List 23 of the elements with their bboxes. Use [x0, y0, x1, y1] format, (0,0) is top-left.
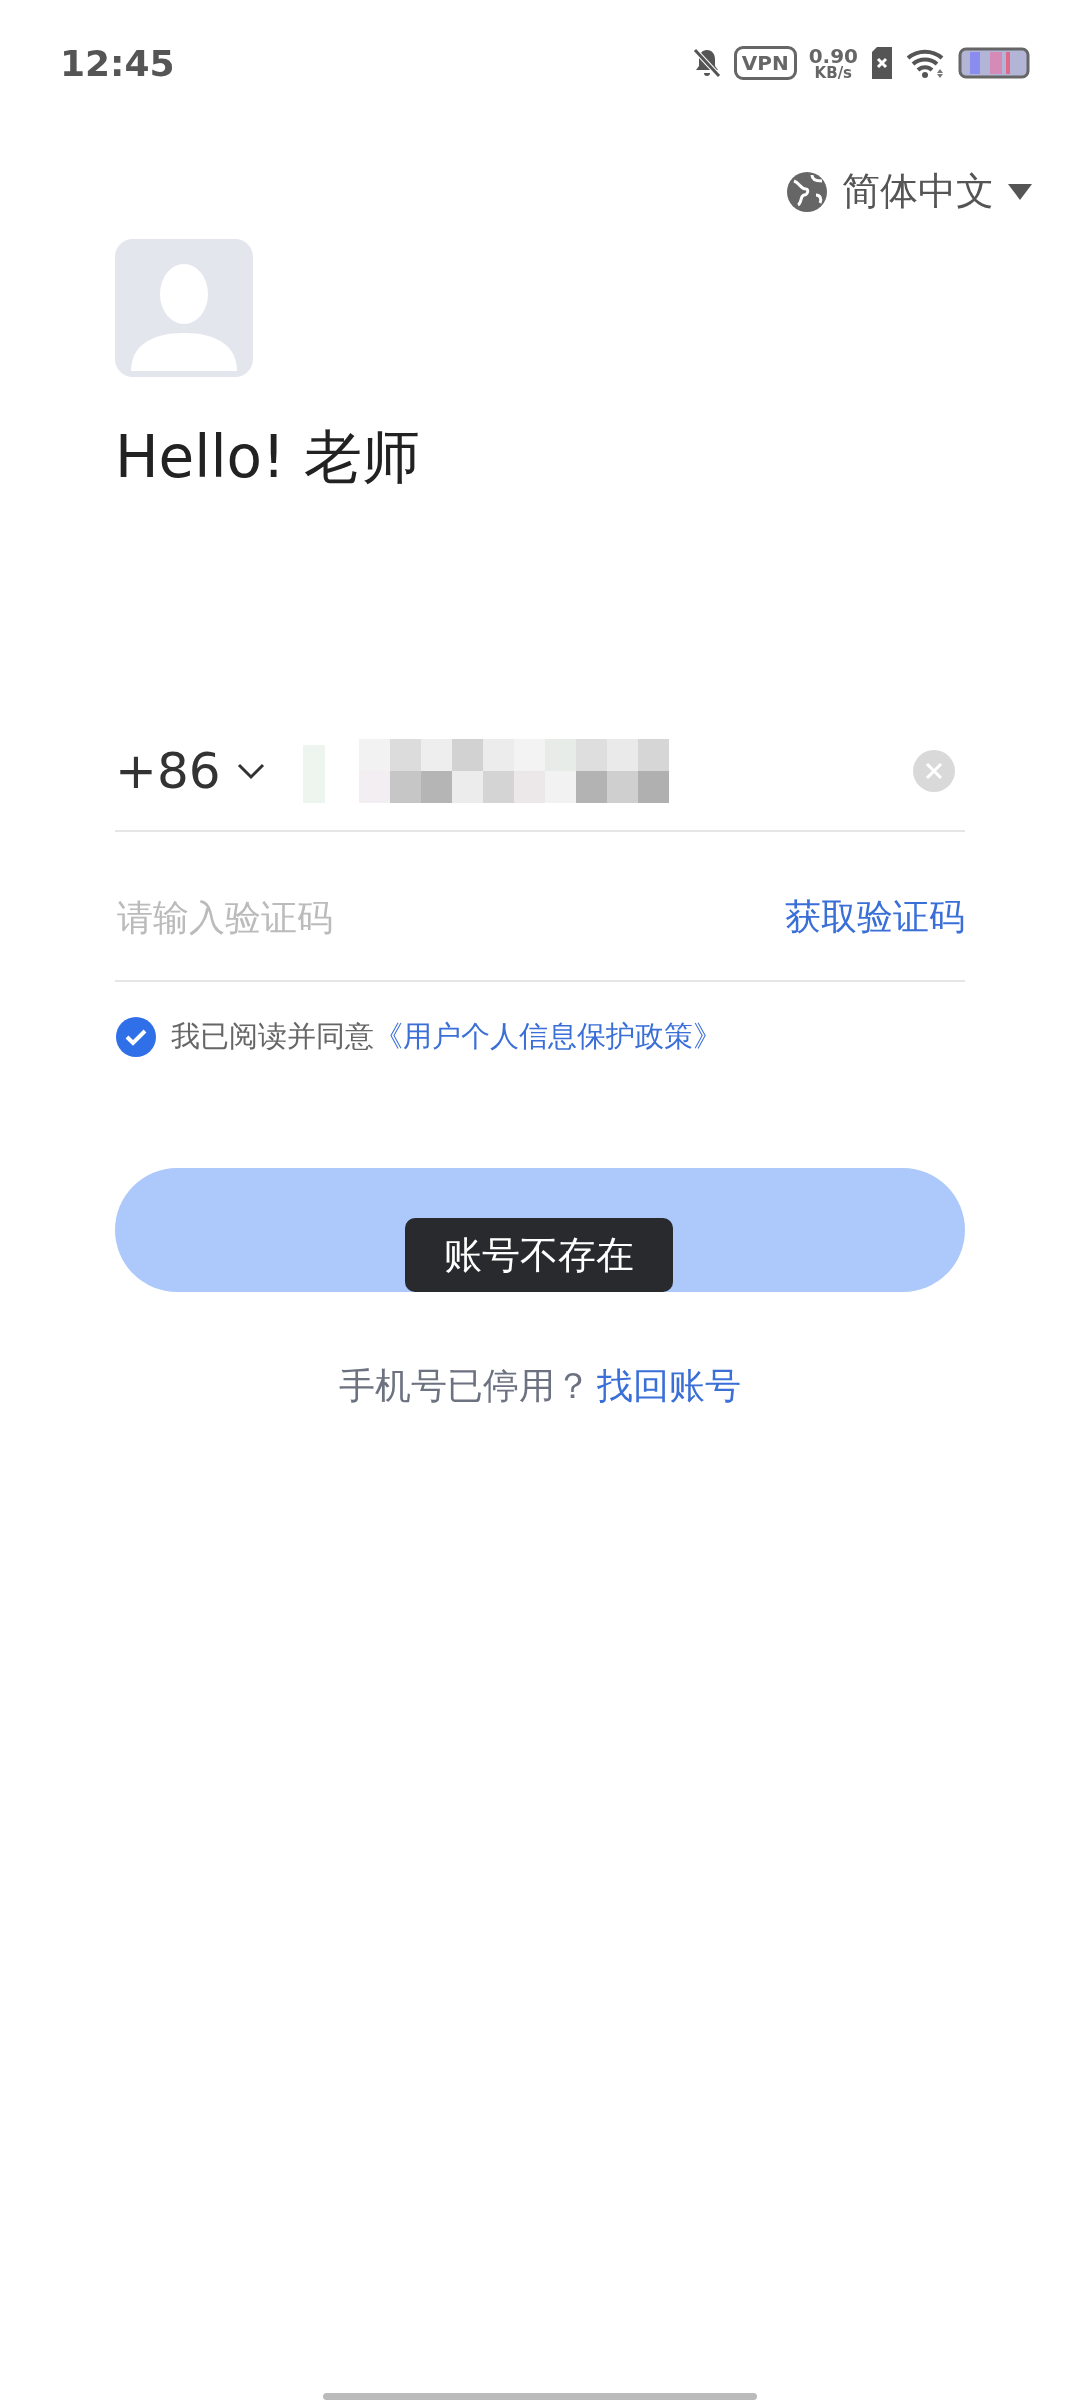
- dropdown-triangle-icon: [1008, 183, 1032, 200]
- network-speed: 0.90: [808, 45, 858, 66]
- muted-bell-icon: [691, 47, 722, 79]
- language-selector[interactable]: 简体中文: [786, 166, 1032, 217]
- chevron-down-icon[interactable]: [236, 762, 265, 780]
- agreement-checkbox[interactable]: [115, 1016, 157, 1058]
- no-sim-icon: [870, 47, 894, 79]
- privacy-policy-link[interactable]: 《用户个人信息保护政策》: [374, 1019, 722, 1053]
- recover-account-link[interactable]: 找回账号: [597, 1362, 741, 1411]
- get-code-link[interactable]: 获取验证码: [785, 892, 965, 942]
- verification-code-field[interactable]: 请输入验证码: [115, 895, 785, 939]
- avatar-placeholder-icon: [115, 239, 253, 377]
- toast-message: 账号不存在: [405, 1218, 673, 1292]
- country-code[interactable]: +86: [115, 742, 221, 800]
- wifi-icon: [906, 47, 946, 79]
- globe-icon: [786, 170, 828, 213]
- agreement-text: 我已阅读并同意《用户个人信息保护政策》: [171, 1018, 722, 1055]
- speed-unit: KB/s: [814, 65, 853, 81]
- battery-icon: [958, 47, 1030, 79]
- greeting-title: Hello! 老师: [115, 422, 421, 493]
- status-time: 12:45: [60, 42, 175, 84]
- disabled-phone-question: 手机号已停用？: [339, 1364, 591, 1408]
- vpn-indicator: VPN: [733, 46, 797, 80]
